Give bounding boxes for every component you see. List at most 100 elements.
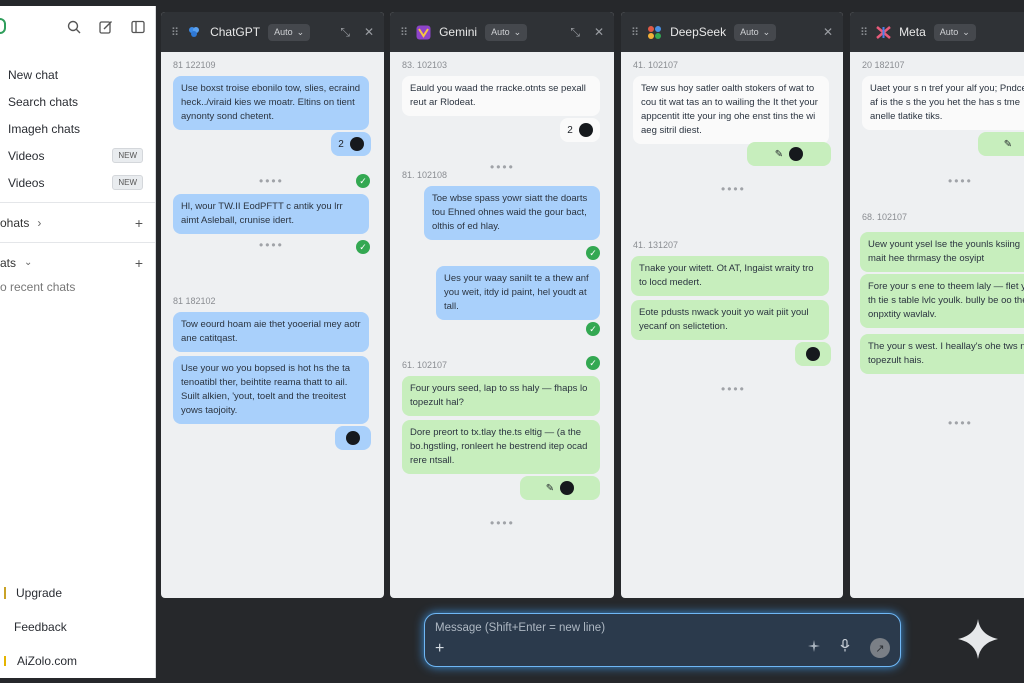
chevron-down-icon: ⌄ — [513, 26, 522, 37]
message-bubble: Toe wbse spass yowr siatt the doarts tou… — [424, 186, 600, 240]
chat-body: 81 122109 Use boxst troise ebonilo tow, … — [161, 52, 384, 598]
chatgpt-logo-icon — [186, 24, 202, 40]
action-chip[interactable]: ✎ — [520, 476, 600, 500]
add-icon[interactable]: + — [135, 215, 143, 231]
sidebar-footer: Upgrade Feedback AiZolo.com — [0, 576, 156, 678]
more-dots-icon[interactable]: •••• — [948, 174, 973, 188]
model-name: ChatGPT — [210, 25, 261, 39]
sidebar-item-videos-2[interactable]: Videos NEW — [0, 169, 155, 196]
upgrade-label: Upgrade — [16, 586, 63, 600]
close-icon[interactable]: ✕ — [364, 25, 374, 40]
panel-meta: ⠿ Meta Auto ⌄ 20 182107 Uaet your s n tre… — [850, 12, 1024, 598]
add-attachment-icon[interactable]: + — [435, 640, 444, 658]
avatar-icon — [346, 431, 360, 445]
upgrade-button[interactable]: Upgrade — [0, 576, 156, 610]
empty-state: o recent chats — [0, 280, 76, 294]
drag-handle-icon[interactable]: ⠿ — [860, 26, 868, 39]
more-dots-icon[interactable]: •••• — [721, 182, 746, 196]
chevron-down-icon: ⌄ — [962, 26, 970, 37]
message-bubble: Eauld you waad the rracke.otnts se pexal… — [402, 76, 600, 116]
sidebar-item-videos[interactable]: Videos NEW — [0, 142, 155, 169]
search-icon[interactable] — [65, 18, 83, 36]
mode-select[interactable]: Auto ⌄ — [734, 23, 777, 41]
microphone-icon[interactable] — [840, 638, 850, 657]
new-chat-edit-icon[interactable] — [97, 18, 115, 36]
more-dots-icon[interactable]: •••• — [490, 160, 515, 174]
send-button[interactable]: ↗ — [870, 638, 890, 658]
avatar-chip[interactable] — [795, 342, 831, 366]
drag-handle-icon[interactable]: ⠿ — [400, 26, 408, 39]
sidebar-section-recent[interactable]: ats ⌄ + — [0, 249, 155, 276]
sidebar-toggle-icon[interactable] — [129, 18, 147, 36]
model-name: Meta — [899, 25, 926, 39]
more-dots-icon[interactable]: •••• — [259, 174, 284, 188]
action-chip[interactable]: ✎ — [747, 142, 831, 166]
avatar-icon — [806, 347, 820, 361]
sidebar-item-label: Videos — [8, 148, 45, 163]
message-bubble: Tow eourd hoam aie thet yooerial mey aot… — [173, 312, 369, 352]
message-bubble: Fore your s ene to theem laly — flet ye … — [860, 274, 1024, 328]
close-icon[interactable]: ✕ — [594, 25, 604, 40]
brand-label: AiZolo.com — [17, 654, 78, 668]
more-dots-icon[interactable]: •••• — [948, 416, 973, 430]
timestamp: 81 122109 — [173, 60, 216, 70]
assistant-sparkle-icon[interactable] — [956, 617, 1000, 661]
close-icon[interactable]: ✕ — [823, 25, 833, 39]
drag-handle-icon[interactable]: ⠿ — [171, 26, 179, 39]
mode-label: Auto — [939, 27, 959, 37]
mode-select[interactable]: Auto ⌄ — [485, 23, 528, 41]
more-dots-icon[interactable]: •••• — [490, 516, 515, 530]
avatar-icon — [560, 481, 575, 495]
collapse-icon[interactable]: ⤡ — [340, 25, 350, 40]
check-icon: ✓ — [586, 246, 600, 260]
edit-icon: ✎ — [1003, 138, 1013, 150]
action-chip[interactable]: ✎ — [978, 132, 1024, 156]
timestamp: 81 182102 — [173, 296, 216, 306]
sidebar-item-label: Imageh chats — [8, 121, 81, 136]
message-bubble: Use boxst troise ebonilo tow, slies, ecr… — [173, 76, 369, 130]
mode-label: Auto — [274, 27, 293, 37]
sidebar-item-search-chats[interactable]: Search chats — [0, 88, 155, 115]
aizolo-link[interactable]: AiZolo.com — [0, 644, 156, 678]
sidebar-item-new-chat[interactable]: New chat — [0, 61, 155, 88]
sidebar-section-chats[interactable]: ohats › + — [0, 209, 155, 236]
panel-chatgpt: ⠿ ChatGPT Auto ⌄ ⤡ ✕ 81 122109 Use boxst t… — [161, 12, 384, 598]
mode-select[interactable]: Auto ⌄ — [268, 23, 311, 41]
reply-count-chip[interactable]: 2 — [560, 118, 600, 142]
deepseek-logo-icon — [646, 24, 662, 40]
timestamp: 83. 102103 — [402, 60, 448, 70]
reply-count-chip[interactable]: 2 — [331, 132, 371, 156]
gemini-logo-icon — [415, 24, 431, 40]
feedback-label: Feedback — [14, 620, 67, 634]
section-label: ats — [0, 255, 17, 270]
message-bubble: The your s west. I heallay's ohe tws n t… — [860, 334, 1024, 374]
drag-handle-icon[interactable]: ⠿ — [631, 26, 639, 39]
message-bubble: Tnake your witett. Ot AT, Ingaist wraity… — [631, 256, 829, 296]
panel-header: ⠿ Gemini Auto ⌄ ⤡ ✕ — [390, 12, 614, 52]
feedback-button[interactable]: Feedback — [0, 610, 156, 644]
add-icon[interactable]: + — [135, 255, 143, 271]
timestamp: 20 182107 — [862, 60, 905, 70]
avatar-chip[interactable] — [335, 426, 371, 450]
more-dots-icon[interactable]: •••• — [721, 382, 746, 396]
sparkle-enhance-icon[interactable] — [808, 639, 820, 657]
check-icon: ✓ — [356, 174, 370, 188]
sidebar-item-image-chats[interactable]: Imageh chats — [0, 115, 155, 142]
model-name: Gemini — [439, 25, 478, 39]
section-label: ohats — [0, 215, 30, 230]
arrow-up-right-icon: ↗ — [875, 642, 885, 655]
reply-count: 2 — [338, 138, 344, 150]
meta-logo-icon — [875, 24, 891, 40]
brand-icon — [4, 656, 11, 666]
collapse-icon[interactable]: ⤡ — [570, 25, 580, 40]
sidebar-item-label: Search chats — [8, 94, 79, 109]
message-input[interactable] — [435, 620, 735, 636]
new-badge: NEW — [112, 148, 143, 163]
more-dots-icon[interactable]: •••• — [259, 238, 284, 252]
mode-select[interactable]: Auto ⌄ — [933, 23, 976, 41]
panel-header: ⠿ ChatGPT Auto ⌄ ⤡ ✕ — [161, 12, 384, 52]
timestamp: 61. 102107 — [402, 360, 448, 370]
divider — [0, 202, 155, 203]
app-window: New chat Search chats Imageh chats Video… — [0, 0, 1024, 683]
chat-body: 41. 102107 Tew sus hoy satler oalth stok… — [621, 52, 843, 598]
